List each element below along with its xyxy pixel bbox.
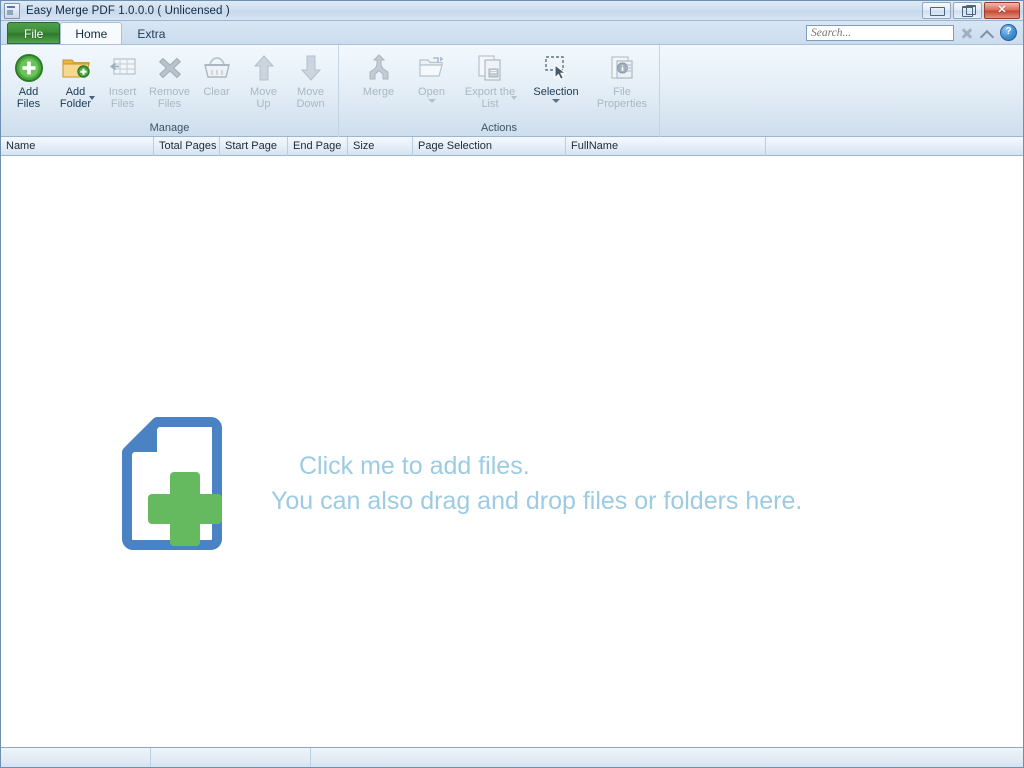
add-document-icon (119, 416, 239, 551)
arrow-down-icon (295, 52, 327, 84)
add-files-label-line1: Add (18, 86, 39, 98)
arrow-up-icon (248, 52, 280, 84)
window-controls: ✕ (922, 2, 1020, 19)
window-title: Easy Merge PDF 1.0.0.0 ( Unlicensed ) (26, 4, 230, 17)
help-icon[interactable]: ? (1000, 24, 1017, 41)
insert-rows-icon (107, 52, 139, 84)
column-header-end-page[interactable]: End Page (288, 137, 348, 156)
open-label: Open (418, 86, 445, 98)
file-properties-label-line2: Properties (596, 98, 648, 110)
drop-zone-text: Click me to add files. You can also drag… (271, 449, 802, 519)
column-header-total-pages[interactable]: Total Pages (154, 137, 220, 156)
file-properties-button: File Properties (593, 48, 651, 114)
export-pages-icon (474, 52, 506, 84)
green-plus-circle-icon (13, 52, 45, 84)
folder-plus-icon (60, 52, 92, 84)
selection-dropdown-arrow[interactable] (552, 99, 560, 103)
file-properties-label-line1: File (613, 86, 631, 98)
add-files-button[interactable]: Add Files (5, 48, 52, 114)
add-files-label-line2: Files (16, 98, 41, 110)
add-folder-dropdown-arrow[interactable] (89, 96, 95, 100)
insert-files-label-line1: Insert (108, 86, 137, 98)
minimize-button[interactable] (922, 2, 951, 19)
column-header-fullname[interactable]: FullName (566, 137, 766, 156)
drop-zone-line2: You can also drag and drop files or fold… (271, 486, 803, 515)
column-header-size[interactable]: Size (348, 137, 413, 156)
open-folder-icon (416, 52, 448, 84)
drop-zone[interactable]: Click me to add files. You can also drag… (119, 416, 802, 551)
open-dropdown-arrow (427, 99, 436, 103)
ribbon-group-empty (659, 45, 1023, 137)
close-icon: ✕ (997, 4, 1007, 16)
move-up-label-line1: Move (250, 86, 277, 98)
merge-arrows-icon (363, 52, 395, 84)
merge-label: Merge (362, 86, 395, 98)
search-input[interactable] (806, 24, 954, 41)
move-down-button: Move Down (287, 48, 334, 114)
add-folder-button[interactable]: Add Folder (52, 48, 99, 114)
status-cell-1 (1, 748, 151, 767)
open-button: Open (408, 48, 455, 114)
column-header-filler (766, 137, 1023, 156)
selection-cursor-icon (540, 52, 572, 84)
title-bar: Easy Merge PDF 1.0.0.0 ( Unlicensed ) ✕ (1, 1, 1023, 21)
insert-files-label-line2: Files (110, 98, 135, 110)
move-up-button: Move Up (240, 48, 287, 114)
ribbon-group-actions: Merge Open Export the List Selection Fil… (338, 45, 659, 137)
ribbon-group-label-actions: Actions (480, 122, 518, 134)
remove-files-label-line1: Remove (149, 86, 190, 98)
status-cell-3 (311, 748, 1023, 767)
ribbon-tab-strip: File Home Extra ? (1, 21, 1023, 45)
remove-files-button: Remove Files (146, 48, 193, 114)
status-bar (1, 747, 1023, 767)
selection-button[interactable]: Selection (527, 48, 585, 114)
move-down-label-line2: Down (296, 98, 325, 110)
search-area: ? (806, 24, 1017, 41)
ribbon: Add Files Add Folder Insert Files Remove… (1, 45, 1023, 137)
column-header-page-selection[interactable]: Page Selection (413, 137, 566, 156)
move-down-label-line1: Move (297, 86, 324, 98)
tab-extra[interactable]: Extra (122, 22, 180, 44)
move-up-label-line2: Up (256, 98, 271, 110)
tab-home[interactable]: Home (60, 22, 123, 44)
export-the-list-dropdown-arrow (511, 96, 517, 100)
clear-button: Clear (193, 48, 240, 114)
maximize-button[interactable] (953, 2, 982, 19)
basket-icon (201, 52, 233, 84)
file-list-area[interactable]: Click me to add files. You can also drag… (1, 156, 1023, 727)
export-the-list-button: Export the List (461, 48, 519, 114)
clear-icon[interactable] (960, 26, 974, 40)
column-header-name[interactable]: Name (1, 137, 154, 156)
insert-files-button: Insert Files (99, 48, 146, 114)
file-info-icon (606, 52, 638, 84)
column-header-start-page[interactable]: Start Page (220, 137, 288, 156)
application-window: Easy Merge PDF 1.0.0.0 ( Unlicensed ) ✕ … (0, 0, 1024, 768)
selection-label: Selection (533, 86, 579, 98)
minimize-icon (930, 7, 945, 16)
drop-zone-line1: Click me to add files. (299, 451, 530, 480)
close-button[interactable]: ✕ (984, 2, 1020, 19)
list-column-header: Name Total Pages Start Page End Page Siz… (1, 137, 1023, 156)
tab-file[interactable]: File (7, 22, 61, 44)
app-icon (4, 2, 20, 19)
ribbon-group-manage: Add Files Add Folder Insert Files Remove… (1, 45, 338, 137)
ribbon-group-label-manage: Manage (149, 122, 190, 134)
remove-files-label-line2: Files (157, 98, 182, 110)
x-mark-icon (154, 52, 186, 84)
status-cell-2 (151, 748, 311, 767)
merge-button: Merge (355, 48, 402, 114)
restore-icon (962, 5, 976, 17)
chevron-up-icon[interactable] (980, 26, 994, 40)
clear-label-line1: Clear (203, 86, 230, 98)
